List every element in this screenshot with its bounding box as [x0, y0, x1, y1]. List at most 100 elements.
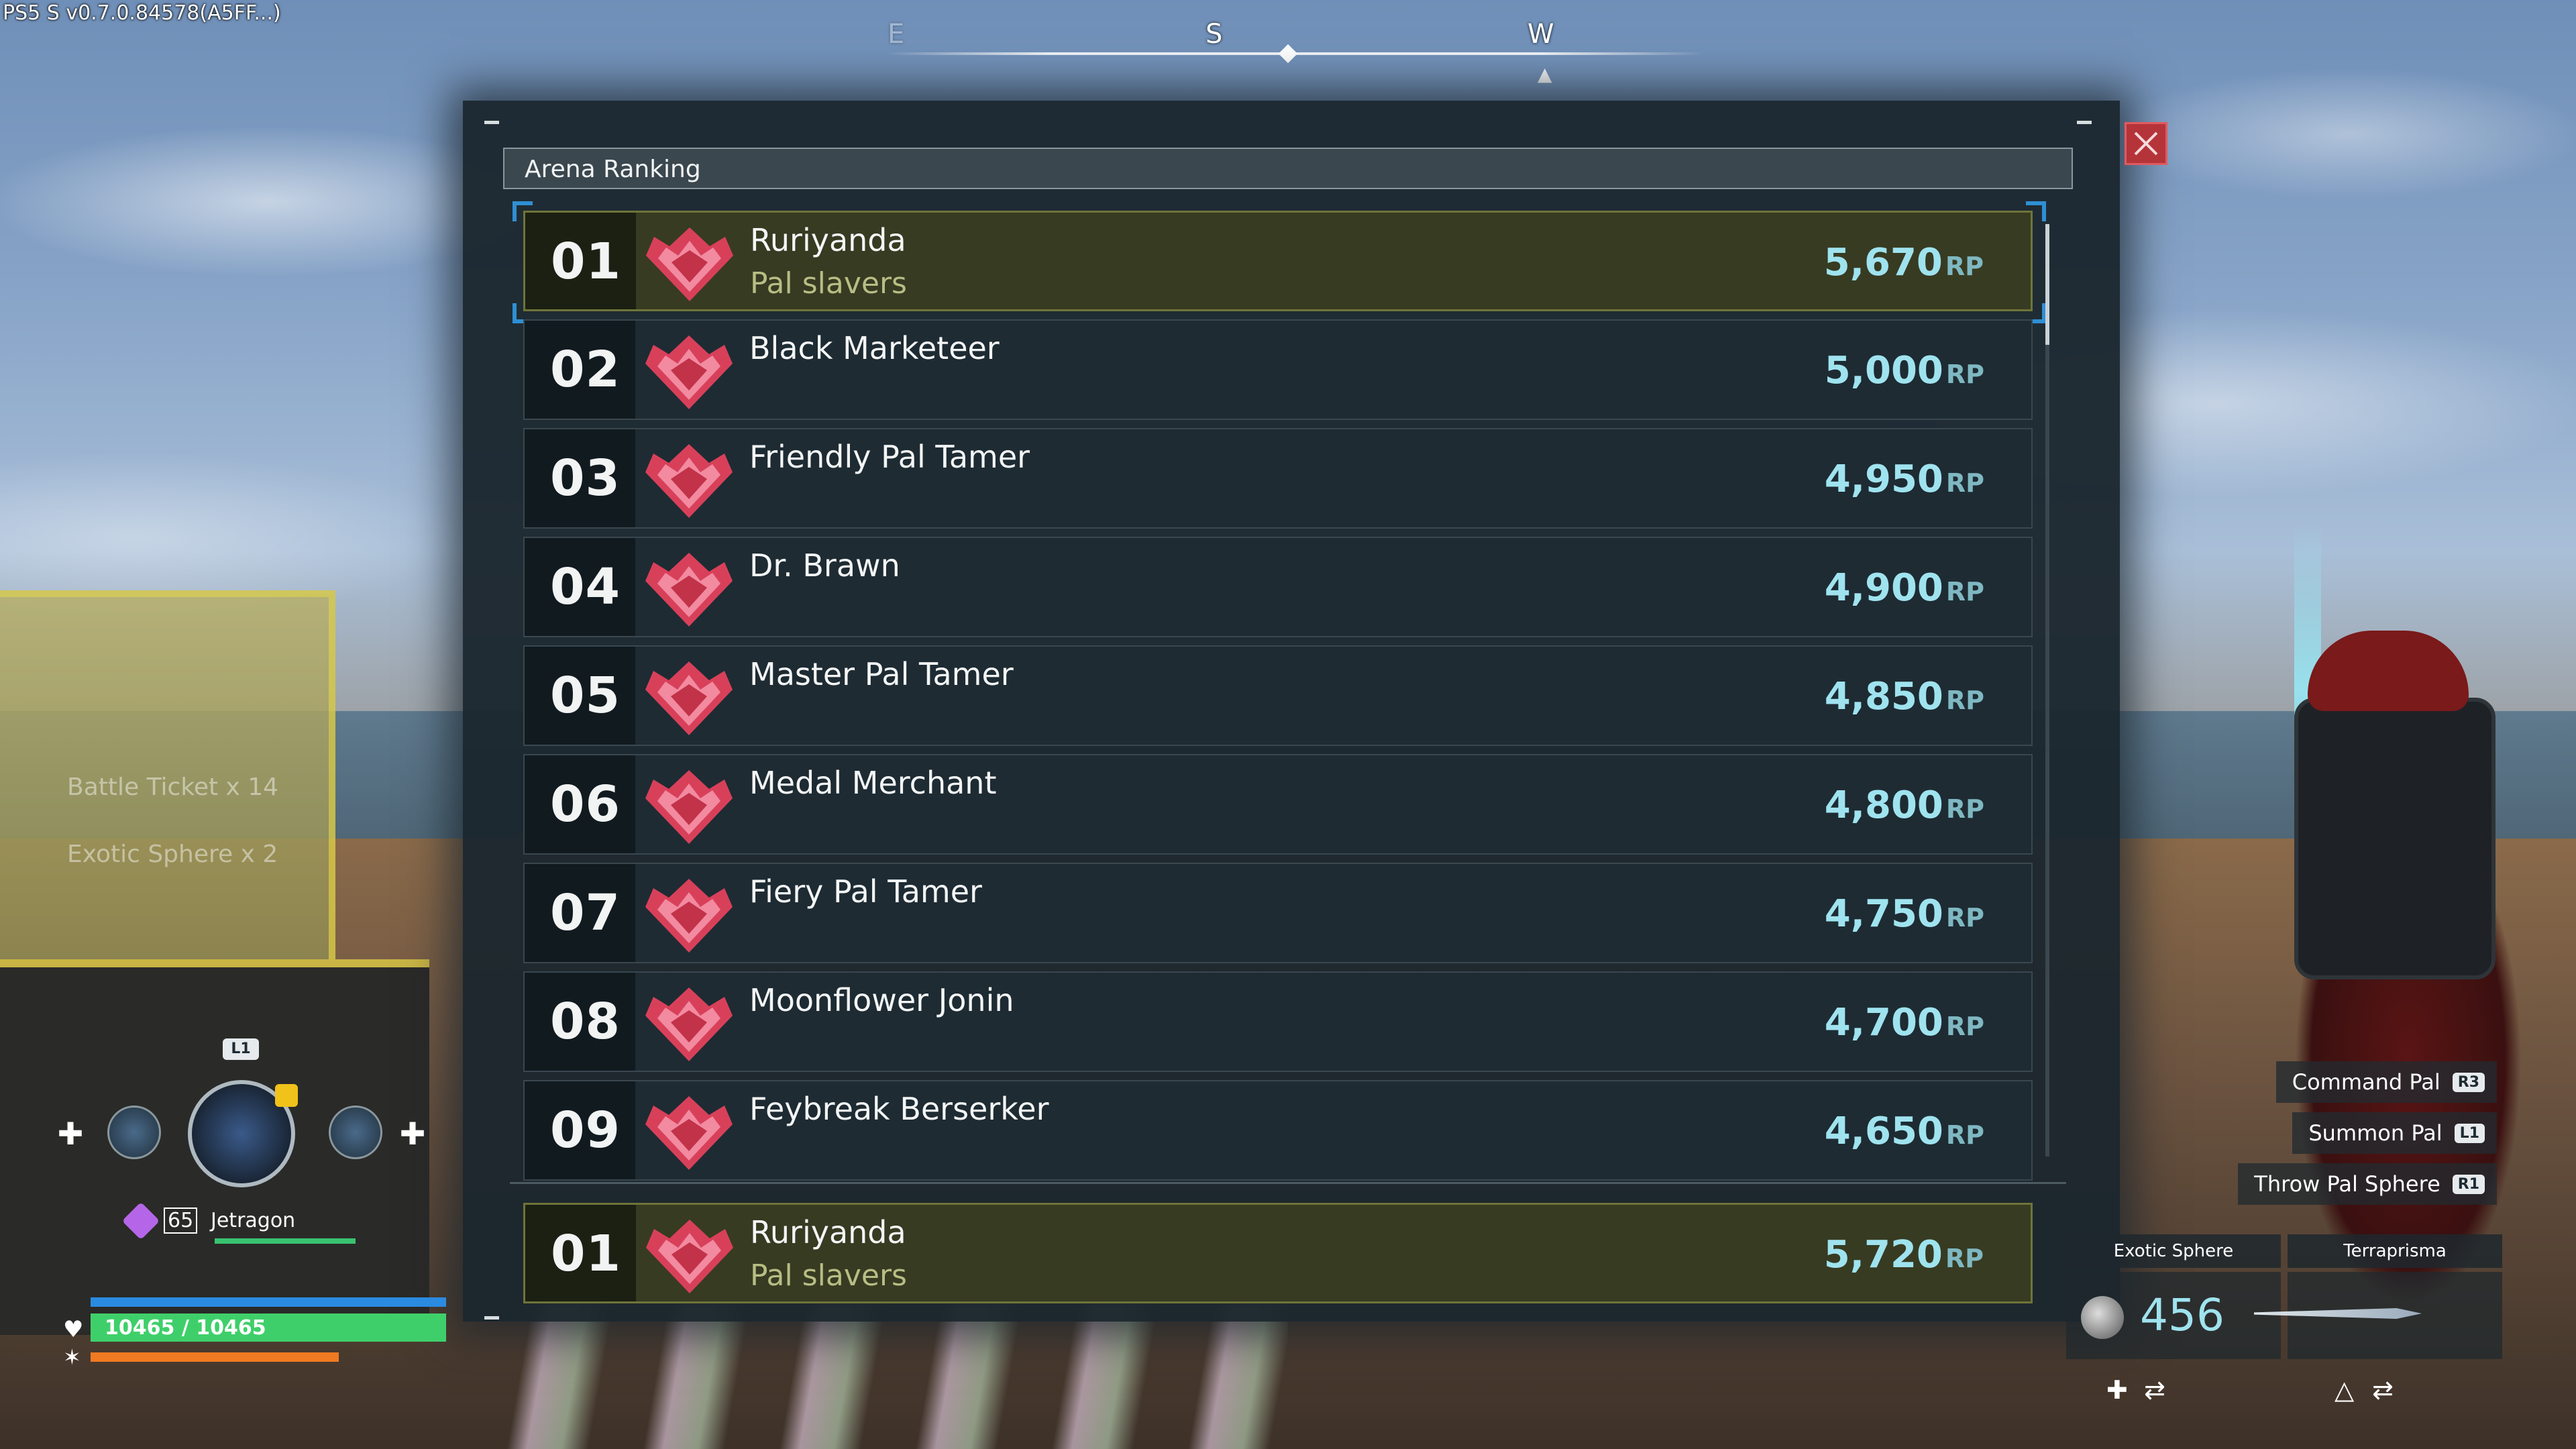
arena-emblem-icon [645, 1096, 733, 1170]
player-name: Master Pal Tamer [749, 656, 1014, 692]
dpad-left-icon: ✚ [57, 1116, 84, 1152]
rank-box: 07 [525, 864, 635, 962]
player-name: Moonflower Jonin [749, 982, 1014, 1018]
points-unit: RP [1945, 468, 1984, 498]
points-value: 5,670 [1823, 241, 1943, 284]
shield-bar [91, 1297, 446, 1307]
rank-number: 04 [550, 558, 621, 616]
rank-points: 5,670 RP [1824, 241, 1984, 284]
scroll-thumb[interactable] [2045, 224, 2049, 345]
panel-title: Arena Ranking [525, 156, 701, 183]
ranking-row[interactable]: 07 Fiery Pal Tamer 4,750 RP [523, 863, 2033, 963]
rank-points: 4,750 RP [1825, 892, 1984, 936]
rank-number: 01 [551, 233, 621, 290]
pal-level: 65 [164, 1208, 198, 1234]
ranking-row[interactable]: 05 Master Pal Tamer 4,850 RP [523, 645, 2033, 746]
rank-number: 05 [550, 667, 621, 724]
stamina-icon: ✶ [63, 1344, 81, 1370]
waypoint-icon: ▲ [1538, 63, 1552, 85]
ranking-row[interactable]: 03 Friendly Pal Tamer 4,950 RP [523, 428, 2033, 529]
arena-emblem-icon [645, 661, 733, 735]
button-tag: L1 [2454, 1123, 2485, 1143]
arena-emblem-icon [645, 335, 733, 409]
arena-emblem-icon [646, 227, 733, 301]
points-unit: RP [1945, 1244, 1984, 1273]
pal-slot-left[interactable] [107, 1106, 161, 1159]
arena-emblem-icon [646, 1220, 733, 1293]
ranking-row[interactable]: 02 Black Marketeer 5,000 RP [523, 319, 2033, 420]
pal-slot-right[interactable] [329, 1106, 382, 1159]
points-unit: RP [1945, 686, 1984, 715]
rank-points: 4,700 RP [1825, 1001, 1984, 1044]
rank-number: 09 [550, 1102, 621, 1159]
player-rank-row: 01 Ruriyanda Pal slavers 5,720 RP [523, 1203, 2033, 1303]
rank-box: 03 [525, 429, 635, 527]
hp-text: 10465 / 10465 [105, 1316, 266, 1340]
throw-sphere-hint: Throw Pal Sphere R1 [2238, 1163, 2497, 1205]
rank-number: 06 [550, 775, 621, 833]
build-version: PS5 S v0.7.0.84578(A5FF...) [3, 1, 281, 25]
ranking-row[interactable]: 06 Medal Merchant 4,800 RP [523, 754, 2033, 855]
player-name: Ruriyanda [750, 1214, 906, 1250]
pal-hp-bar [215, 1238, 356, 1244]
rank-points: 4,800 RP [1825, 784, 1984, 827]
rank-box: 01 [525, 1205, 636, 1301]
compass-center-marker [1278, 44, 1298, 64]
rank-points: 4,650 RP [1825, 1110, 1984, 1153]
dragon-element-icon [121, 1201, 160, 1240]
list-divider [510, 1182, 2066, 1184]
command-label: Command Pal [2292, 1069, 2440, 1095]
swap-icon: ⇄ [2372, 1375, 2394, 1405]
player-name: Friendly Pal Tamer [749, 439, 1030, 475]
ranking-row[interactable]: 01 Ruriyanda Pal slavers 5,670 RP [523, 211, 2033, 311]
sphere-count: 456 [2140, 1289, 2224, 1341]
rank-box: 06 [525, 755, 635, 853]
l1-button-tag: L1 [223, 1038, 259, 1060]
triangle-button-icon: △ [2334, 1375, 2355, 1405]
button-tag: R1 [2452, 1174, 2485, 1194]
compass-east: E [888, 19, 905, 50]
reward-item: Battle Ticket x 14 [67, 773, 279, 801]
close-button[interactable] [2125, 122, 2167, 165]
reward-item: Exotic Sphere x 2 [67, 841, 278, 868]
points-unit: RP [1945, 252, 1984, 281]
close-icon [2134, 131, 2158, 156]
ranking-row[interactable]: 04 Dr. Brawn 4,900 RP [523, 537, 2033, 637]
dpad-icon: ✚ [2106, 1375, 2128, 1405]
panel-corner [484, 1316, 499, 1320]
rank-box: 01 [525, 213, 636, 309]
points-unit: RP [1945, 360, 1984, 389]
player-name: Ruriyanda [750, 222, 906, 258]
rank-number: 01 [551, 1225, 621, 1283]
points-unit: RP [1945, 1012, 1984, 1041]
rank-box: 02 [525, 321, 635, 419]
equipment-panel: Exotic Sphere Terraprisma 456 ✚ ⇄ △ ⇄ [2066, 1234, 2502, 1405]
pal-name: Jetragon [211, 1209, 296, 1232]
arena-emblem-icon [645, 770, 733, 844]
points-unit: RP [1945, 903, 1984, 932]
points-value: 4,900 [1824, 566, 1943, 610]
ranking-row[interactable]: 09 Feybreak Berserker 4,650 RP [523, 1080, 2033, 1181]
player-backpack [2294, 698, 2496, 979]
guild-name: Pal slavers [750, 266, 907, 301]
rank-box: 05 [525, 647, 635, 745]
player-name: Medal Merchant [749, 765, 997, 801]
compass: E S W ▲ [885, 13, 1704, 94]
arena-emblem-icon [645, 444, 733, 518]
panel-corner [484, 121, 499, 124]
command-label: Throw Pal Sphere [2254, 1171, 2440, 1197]
stamina-bar [91, 1352, 339, 1362]
points-value: 5,000 [1824, 349, 1943, 392]
summon-pal-hint: Summon Pal L1 [2292, 1112, 2497, 1154]
player-name: Dr. Brawn [749, 547, 900, 584]
command-label: Summon Pal [2308, 1120, 2443, 1146]
panel-header: Arena Ranking [503, 148, 2073, 189]
points-value: 4,800 [1824, 784, 1943, 827]
points-unit: RP [1945, 794, 1984, 824]
ranking-scrollbar[interactable] [2045, 224, 2049, 1157]
rank-number: 08 [550, 993, 621, 1051]
points-value: 4,700 [1824, 1001, 1943, 1044]
ranking-row[interactable]: 08 Moonflower Jonin 4,700 RP [523, 971, 2033, 1072]
lock-icon [275, 1084, 298, 1107]
player-name: Feybreak Berserker [749, 1091, 1049, 1127]
